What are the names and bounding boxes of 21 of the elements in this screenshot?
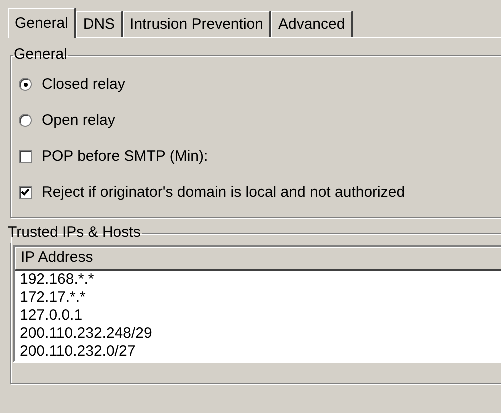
option-label: Reject if originator's domain is local and not authorized	[42, 182, 406, 202]
list-view[interactable]: IP Address 192.168.*.* 172.17.*.* 127.0.0.1 200.110.232.248/29 200.110.232.0/27	[13, 244, 501, 362]
list-item[interactable]: 192.168.*.*	[15, 270, 501, 288]
radio-button[interactable]	[19, 114, 32, 128]
radio-button[interactable]	[19, 78, 32, 92]
group-title: Trusted IPs & Hosts	[7, 224, 142, 242]
option-label: Closed relay	[42, 74, 126, 94]
list-item[interactable]: 200.110.232.248/29	[15, 324, 501, 342]
tab[interactable]: DNS	[76, 11, 124, 37]
list-item[interactable]: 200.110.232.0/27	[15, 342, 501, 360]
option-label: Open relay	[42, 110, 116, 130]
checkbox[interactable]	[19, 186, 32, 200]
tab[interactable]: Advanced	[271, 11, 354, 37]
group-title: General	[13, 46, 68, 65]
checkbox[interactable]	[19, 150, 32, 164]
list-item[interactable]: 172.17.*.*	[15, 288, 501, 306]
list-item[interactable]: 127.0.0.1	[15, 306, 501, 324]
tab[interactable]: General	[8, 8, 76, 38]
tab[interactable]: Intrusion Prevention	[123, 11, 272, 37]
column-header[interactable]: IP Address	[15, 246, 501, 270]
option-label: POP before SMTP (Min):	[42, 146, 208, 166]
